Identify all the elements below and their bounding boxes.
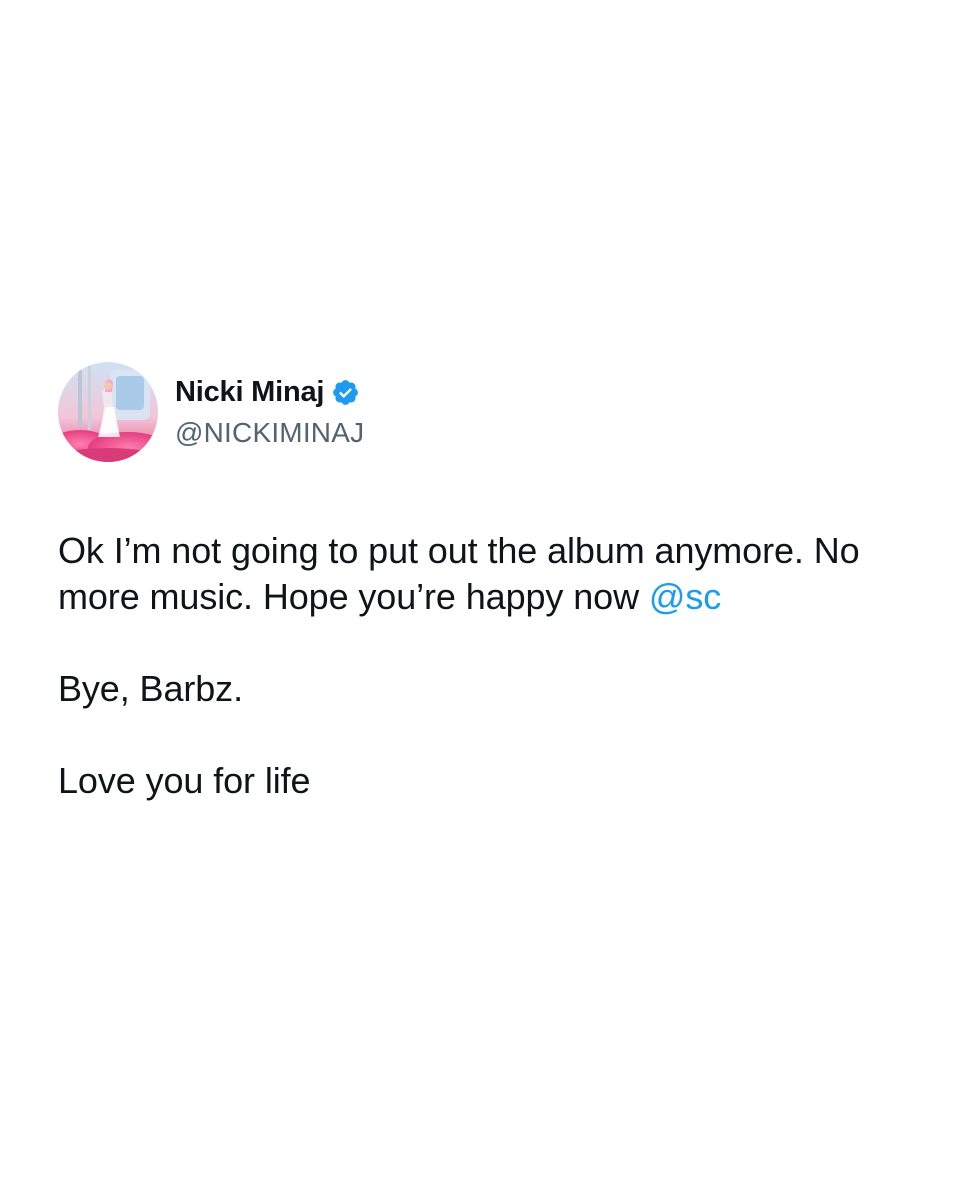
display-name[interactable]: Nicki Minaj <box>175 376 324 409</box>
tweet-paragraph-2: Bye, Barbz. <box>58 668 243 709</box>
tweet-line-2: more music. Hope you’re happy now <box>58 576 649 617</box>
mention-link[interactable]: @sc <box>649 576 721 617</box>
author-info: Nicki Minaj @NICKIMINAJ <box>175 373 364 449</box>
tweet-line-1: Ok I’m not going to put out the album an… <box>58 530 860 571</box>
verified-badge-icon <box>331 378 360 407</box>
tweet-header: Nicki Minaj @NICKIMINAJ <box>58 362 918 462</box>
tweet-paragraph-3: Love you for life <box>58 760 311 801</box>
tweet-text: Ok I’m not going to put out the album an… <box>58 528 918 804</box>
tweet-card[interactable]: Nicki Minaj @NICKIMINAJ Ok I’m not going… <box>58 362 918 804</box>
name-row: Nicki Minaj <box>175 373 364 411</box>
avatar[interactable] <box>58 362 158 462</box>
user-handle[interactable]: @NICKIMINAJ <box>175 417 364 449</box>
avatar-image <box>58 362 158 462</box>
tweet-paragraph-1: Ok I’m not going to put out the album an… <box>58 528 918 620</box>
